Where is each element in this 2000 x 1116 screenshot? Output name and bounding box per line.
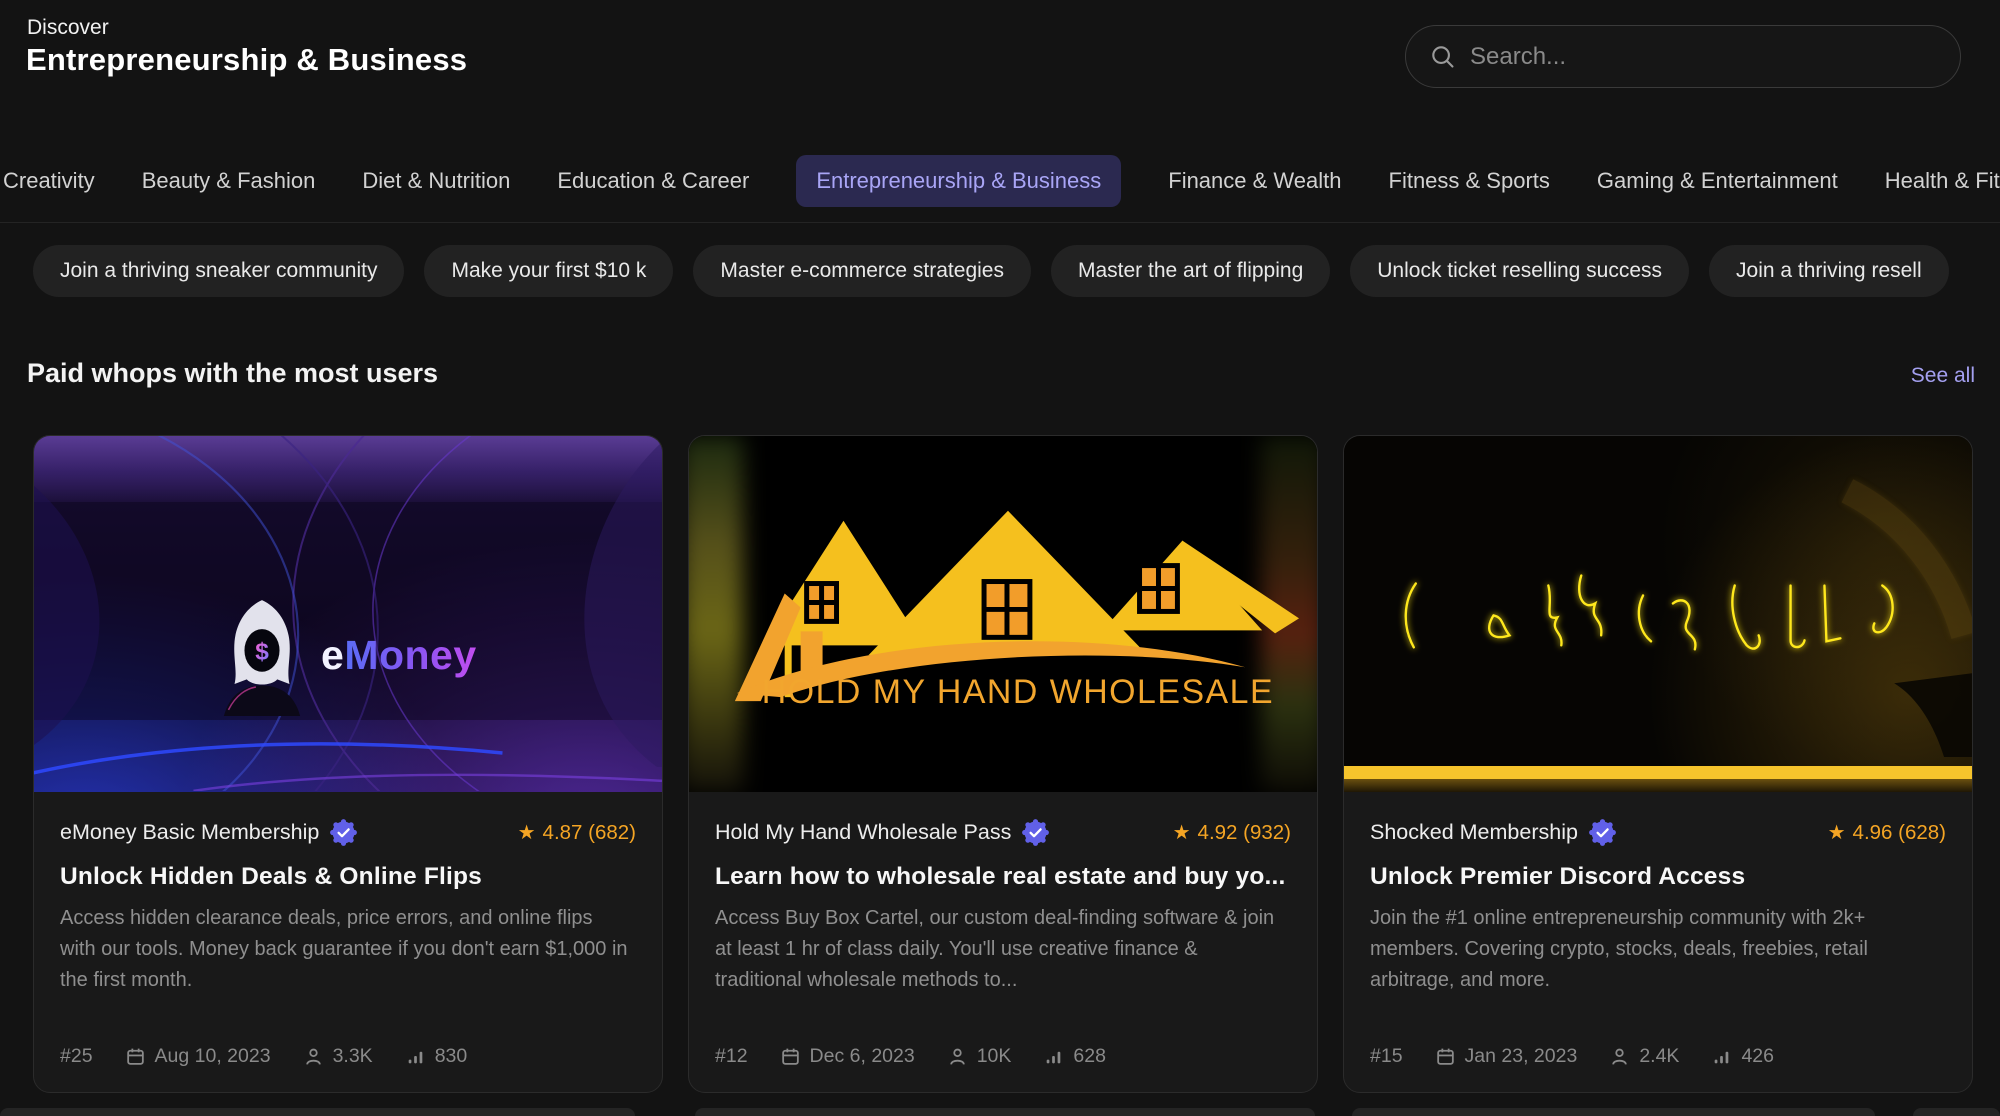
person-icon [1609, 1046, 1630, 1067]
whop-card-shocked[interactable]: Shocked Membership ★ 4.96 (628) [1343, 435, 1973, 1093]
verified-badge-icon [330, 819, 357, 846]
star-icon: ★ [1173, 823, 1191, 843]
category-tabs: Creativity Beauty & Fashion Diet & Nutri… [0, 140, 2000, 223]
whop-name: Hold My Hand Wholesale Pass [715, 820, 1011, 845]
search-icon [1430, 44, 1456, 70]
star-icon: ★ [1828, 823, 1846, 843]
whop-card-hold-my-hand[interactable]: HOLD MY HAND WHOLESALE Hold My Hand Whol… [688, 435, 1318, 1093]
emoney-wordmark: eMoney [321, 632, 477, 679]
rating: ★ 4.87 (682) [518, 821, 636, 845]
members-stat: 2.4K [1609, 1045, 1679, 1068]
page-title: Entrepreneurship & Business [26, 42, 467, 78]
tab-finance-wealth[interactable]: Finance & Wealth [1168, 168, 1341, 194]
rank-stat: #25 [60, 1045, 93, 1068]
whop-headline: Learn how to wholesale real estate and b… [715, 863, 1291, 891]
calendar-icon [1435, 1046, 1456, 1067]
date-stat: Aug 10, 2023 [125, 1045, 271, 1068]
tab-education-career[interactable]: Education & Career [557, 168, 749, 194]
pill-art-of-flipping[interactable]: Master the art of flipping [1051, 245, 1330, 297]
rank-stat: #12 [715, 1045, 748, 1068]
calendar-icon [125, 1046, 146, 1067]
tab-beauty-fashion[interactable]: Beauty & Fashion [142, 168, 316, 194]
suggestion-pills: Join a thriving sneaker community Make y… [0, 245, 2000, 297]
tab-health[interactable]: Health & Fitness [1885, 168, 2000, 194]
section-head: Paid whops with the most users See all [27, 358, 1975, 389]
pill-thriving-resell[interactable]: Join a thriving resell [1709, 245, 1949, 297]
tab-fitness-sports[interactable]: Fitness & Sports [1389, 168, 1550, 194]
whop-description: Access hidden clearance deals, price err… [60, 903, 636, 997]
hooded-figure-logo: $ [212, 594, 312, 716]
whop-name: eMoney Basic Membership [60, 820, 319, 845]
tab-entrepreneurship-business[interactable]: Entrepreneurship & Business [796, 155, 1121, 207]
date-stat: Jan 23, 2023 [1435, 1045, 1578, 1068]
members-stat: 10K [947, 1045, 1012, 1068]
whop-headline: Unlock Premier Discord Access [1370, 863, 1946, 891]
date-stat: Dec 6, 2023 [780, 1045, 915, 1068]
rank-stat: #15 [1370, 1045, 1403, 1068]
section-title: Paid whops with the most users [27, 358, 438, 389]
card-banner-image [1344, 436, 1972, 792]
bar-chart-icon [405, 1046, 426, 1067]
see-all-link[interactable]: See all [1911, 364, 1975, 388]
card-banner-image: $ eMoney [34, 436, 662, 792]
whop-name: Shocked Membership [1370, 820, 1578, 845]
person-icon [947, 1046, 968, 1067]
whop-stats: #12 Dec 6, 2023 10 [715, 1045, 1106, 1068]
whop-headline: Unlock Hidden Deals & Online Flips [60, 863, 636, 891]
activity-stat: 628 [1043, 1045, 1106, 1068]
pill-sneaker-community[interactable]: Join a thriving sneaker community [33, 245, 404, 297]
whop-stats: #15 Jan 23, 2023 2 [1370, 1045, 1774, 1068]
pill-first-10k[interactable]: Make your first $10 k [424, 245, 673, 297]
search-box[interactable] [1405, 25, 1961, 88]
whop-description: Access Buy Box Cartel, our custom deal-f… [715, 903, 1291, 997]
tab-gaming-entertainment[interactable]: Gaming & Entertainment [1597, 168, 1838, 194]
activity-stat: 426 [1711, 1045, 1774, 1068]
search-input[interactable] [1470, 43, 1936, 71]
verified-badge-icon [1589, 819, 1616, 846]
activity-stat: 830 [405, 1045, 468, 1068]
dollar-glyph: $ [255, 639, 269, 666]
calendar-icon [780, 1046, 801, 1067]
members-stat: 3.3K [303, 1045, 373, 1068]
star-icon: ★ [518, 823, 536, 843]
rating: ★ 4.92 (932) [1173, 821, 1291, 845]
whop-card-emoney[interactable]: $ eMoney eMoney Basic Membership [33, 435, 663, 1093]
discover-eyebrow: Discover [27, 16, 109, 40]
tab-creativity[interactable]: Creativity [3, 168, 95, 194]
hmh-logo-text: HOLD MY HAND WHOLESALE [762, 673, 1274, 711]
banner-yellow-bar [1344, 766, 1972, 779]
tab-diet-nutrition[interactable]: Diet & Nutrition [362, 168, 510, 194]
whop-description: Join the #1 online entrepreneurship comm… [1370, 903, 1946, 997]
bar-chart-icon [1711, 1046, 1732, 1067]
card-banner-image: HOLD MY HAND WHOLESALE [689, 436, 1317, 792]
person-icon [303, 1046, 324, 1067]
rating: ★ 4.96 (628) [1828, 821, 1946, 845]
pill-ecommerce-strategies[interactable]: Master e-commerce strategies [693, 245, 1031, 297]
verified-badge-icon [1022, 819, 1049, 846]
bar-chart-icon [1043, 1046, 1064, 1067]
pill-ticket-reselling[interactable]: Unlock ticket reselling success [1350, 245, 1689, 297]
whop-stats: #25 Aug 10, 2023 3 [60, 1045, 467, 1068]
